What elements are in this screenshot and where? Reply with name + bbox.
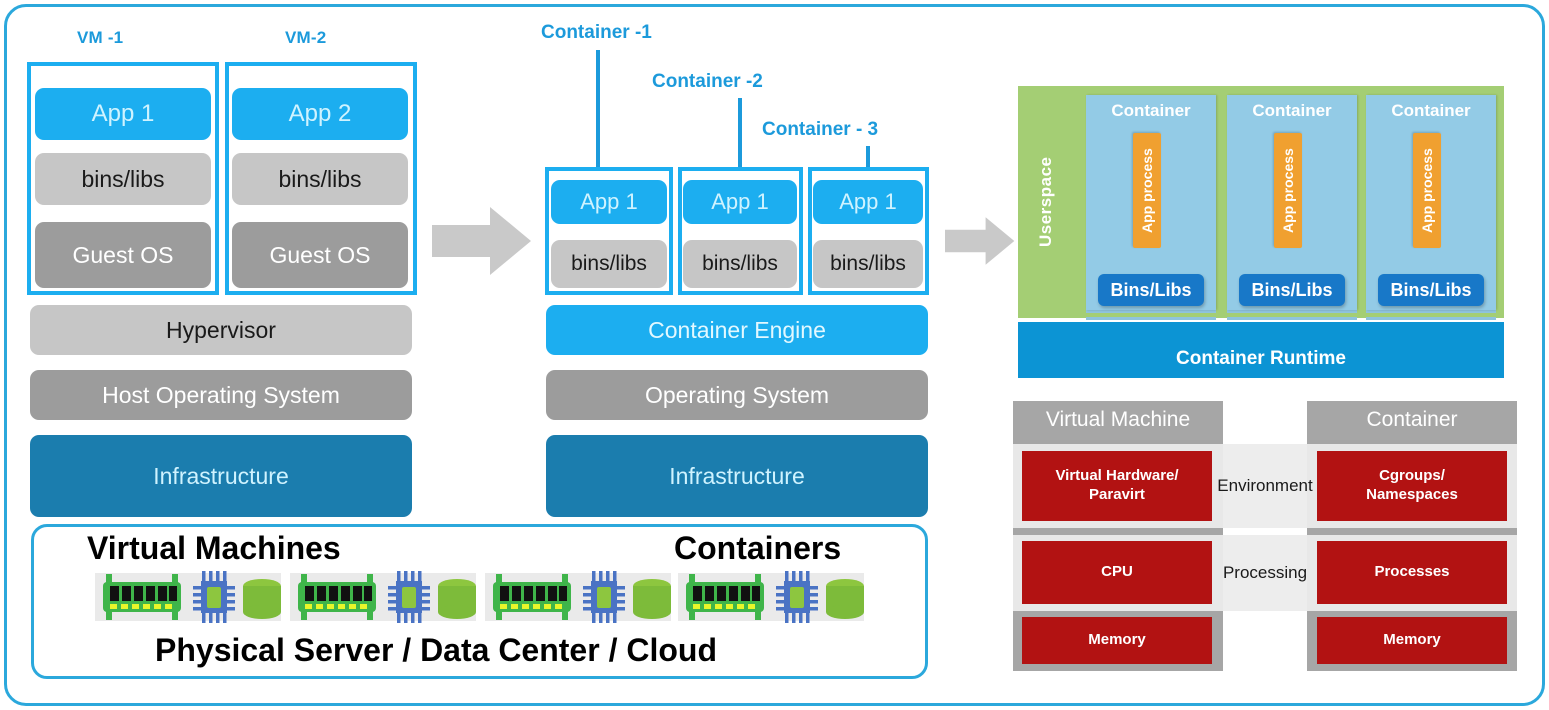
vm-infrastructure-block: Infrastructure (30, 435, 412, 517)
container3-app-block: App 1 (813, 180, 923, 224)
container2-app-block: App 1 (683, 180, 797, 224)
container2-caption: Container -2 (652, 71, 763, 92)
userspace-container-2-title: Container (1252, 101, 1332, 120)
bins-libs-1: Bins/Libs (1098, 274, 1204, 306)
vm2-caption: VM-2 (285, 28, 327, 47)
comparison-cell-vm-processing: CPU (1022, 541, 1212, 604)
comparison-header-container: Container (1307, 401, 1517, 439)
container3-layer-stripe (1366, 317, 1496, 320)
vm1-caption: VM -1 (77, 28, 124, 47)
container3-layer-stripe (1366, 310, 1496, 313)
container-infrastructure-block: Infrastructure (546, 435, 928, 517)
comparison-cell-container-memory: Memory (1317, 617, 1507, 664)
container1-caption: Container -1 (541, 22, 652, 43)
container1-layer-stripe (1086, 317, 1216, 320)
container1-app-block: App 1 (551, 180, 667, 224)
comparison-label-processing: Processing (1222, 563, 1308, 582)
container1-bins-block: bins/libs (551, 240, 667, 288)
hardware-icons-layer (103, 571, 864, 623)
container1-leader-line (596, 50, 600, 168)
container3-bins-block: bins/libs (813, 240, 923, 288)
comparison-cell-vm-environment: Virtual Hardware/ Paravirt (1022, 451, 1212, 521)
arrow-container-to-runtime-icon (945, 217, 1015, 265)
userspace-label: Userspace (1036, 156, 1055, 248)
comparison-cell-container-processing: Processes (1317, 541, 1507, 604)
container2-leader-line (738, 98, 742, 168)
vm2-bins-block: bins/libs (232, 153, 408, 205)
userspace-container-1-title: Container (1111, 101, 1191, 120)
arrow-vm-to-container-icon (432, 207, 531, 275)
userspace-container-3-title: Container (1391, 101, 1471, 120)
comparison-header-vm-label: Virtual Machine (1045, 408, 1191, 431)
physical-vm-label: Virtual Machines (87, 530, 341, 566)
container2-bins-block: bins/libs (683, 240, 797, 288)
vm2-app-block: App 2 (232, 88, 408, 140)
comparison-header-vm: Virtual Machine (1013, 401, 1223, 439)
comparison-cell-container-environment: Cgroups/ Namespaces (1317, 451, 1507, 521)
app-process-3: App process (1413, 133, 1441, 248)
vm1-bins-block: bins/libs (35, 153, 211, 205)
hypervisor-block: Hypervisor (30, 305, 412, 355)
diagram-canvas: VM -1 VM-2 App 1 bins/libs Guest OS App … (0, 0, 1549, 710)
comparison-label-environment: Environment (1217, 476, 1313, 495)
vm1-app-block: App 1 (35, 88, 211, 140)
container-runtime-label: Container Runtime (1176, 348, 1346, 369)
bins-libs-2: Bins/Libs (1239, 274, 1345, 306)
container1-layer-stripe (1086, 310, 1216, 313)
vm2-guestos-block: Guest OS (232, 222, 408, 288)
container3-caption: Container - 3 (762, 119, 879, 140)
operating-system-block: Operating System (546, 370, 928, 420)
container2-layer-stripe (1227, 310, 1357, 313)
comparison-header-container-label: Container (1366, 408, 1458, 431)
comparison-cell-vm-memory: Memory (1022, 617, 1212, 664)
app-process-1: App process (1133, 133, 1161, 248)
bins-libs-3: Bins/Libs (1378, 274, 1484, 306)
vm1-guestos-block: Guest OS (35, 222, 211, 288)
comparison-table: Virtual Machine Container Virtual Hardwa… (1013, 401, 1517, 671)
container-engine-block: Container Engine (546, 305, 928, 355)
physical-server-label: Physical Server / Data Center / Cloud (155, 632, 717, 668)
container-runtime-band: Container Runtime (1018, 322, 1504, 378)
app-process-2: App process (1274, 133, 1302, 248)
host-os-block: Host Operating System (30, 370, 412, 420)
container3-leader-line (866, 146, 870, 168)
physical-containers-label: Containers (674, 530, 842, 566)
container2-layer-stripe (1227, 317, 1357, 320)
